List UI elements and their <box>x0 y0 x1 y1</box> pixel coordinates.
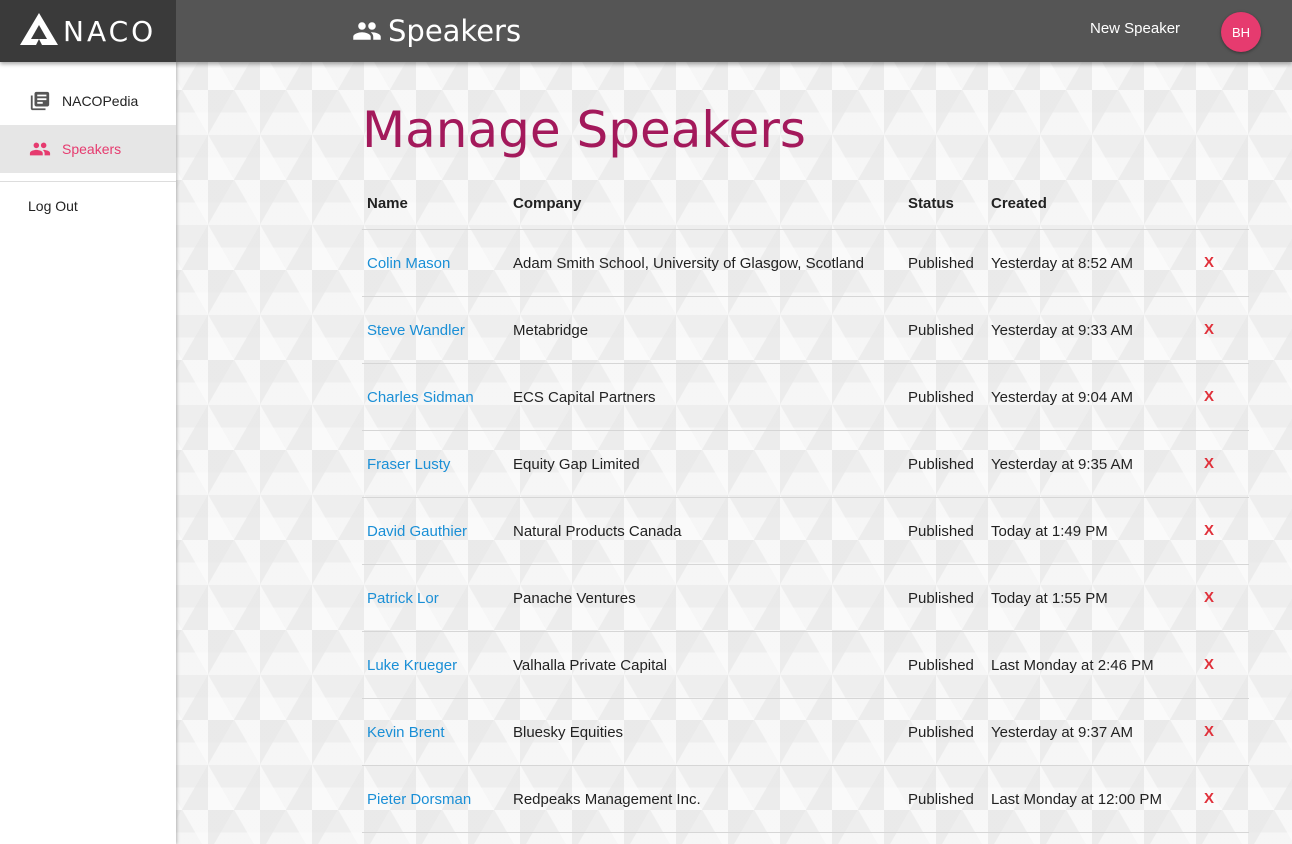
speaker-status: Published <box>908 322 974 339</box>
logo-text: NACO <box>63 15 157 48</box>
speaker-name-link[interactable]: Kevin Brent <box>367 724 445 741</box>
speaker-created: Today at 1:49 PM <box>991 523 1108 540</box>
speaker-company: Panache Ventures <box>513 590 636 607</box>
page-title: Manage Speakers <box>362 101 806 159</box>
speaker-company: ECS Capital Partners <box>513 389 656 406</box>
sidebar-item-label: Speakers <box>62 141 122 157</box>
table-row: Pieter Dorsman Redpeaks Management Inc. Pu… <box>362 766 1249 833</box>
new-speaker-button[interactable]: New Speaker <box>1090 20 1180 37</box>
header-title: Speakers <box>388 14 522 48</box>
delete-button[interactable]: X <box>1204 723 1214 740</box>
delete-button[interactable]: X <box>1204 388 1214 405</box>
table-row: Patrick Lor Panache Ventures Published Toda… <box>362 565 1249 632</box>
speaker-created: Yesterday at 8:52 AM <box>991 255 1134 272</box>
logo[interactable]: NACO <box>0 0 176 62</box>
people-icon <box>29 142 51 156</box>
speaker-created: Today at 1:55 PM <box>991 590 1108 607</box>
speaker-created: Yesterday at 9:04 AM <box>991 389 1134 406</box>
table-header: Name Company Status Created <box>362 180 1249 230</box>
delete-button[interactable]: X <box>1204 656 1214 673</box>
delete-button[interactable]: X <box>1204 522 1214 539</box>
speaker-company: Metabridge <box>513 322 589 339</box>
speaker-name-link[interactable]: David Gauthier <box>367 523 467 540</box>
speaker-name-link[interactable]: Patrick Lor <box>367 590 439 607</box>
speaker-company: Bluesky Equities <box>513 724 624 741</box>
speaker-status: Published <box>908 255 974 272</box>
sidebar-divider <box>0 181 176 182</box>
speaker-company: Adam Smith School, University of Glasgow… <box>513 255 864 272</box>
table-body: Colin Mason Adam Smith School, University… <box>362 230 1249 833</box>
table-row: Charles Sidman ECS Capital Partners Publis… <box>362 364 1249 431</box>
sidebar: NACOPedia Speakers Log Out <box>0 62 176 844</box>
delete-button[interactable]: X <box>1204 790 1214 807</box>
table-row: David Gauthier Natural Products Canada Pub… <box>362 498 1249 565</box>
speaker-company: Redpeaks Management Inc. <box>513 791 701 808</box>
speaker-name-link[interactable]: Colin Mason <box>367 255 450 272</box>
avatar[interactable]: BH <box>1221 12 1261 52</box>
speakers-table: Name Company Status Created Colin Mason A… <box>362 180 1249 833</box>
speaker-created: Yesterday at 9:37 AM <box>991 724 1134 741</box>
speaker-name-link[interactable]: Charles Sidman <box>367 389 474 406</box>
delete-button[interactable]: X <box>1204 321 1214 338</box>
naco-logo-icon <box>20 13 58 45</box>
table-row: Steve Wandler Metabridge Published Yesterda… <box>362 297 1249 364</box>
table-row: Luke Krueger Valhalla Private Capital Publ… <box>362 632 1249 699</box>
delete-button[interactable]: X <box>1204 589 1214 606</box>
speaker-name-link[interactable]: Luke Krueger <box>367 657 457 674</box>
speaker-name-link[interactable]: Fraser Lusty <box>367 456 450 473</box>
page-heading: Speakers <box>352 12 521 50</box>
library-books-icon <box>30 91 50 111</box>
speaker-created: Yesterday at 9:35 AM <box>991 456 1134 473</box>
column-header-created[interactable]: Created <box>991 195 1047 212</box>
speaker-company: Natural Products Canada <box>513 523 682 540</box>
speaker-name-link[interactable]: Pieter Dorsman <box>367 791 471 808</box>
sidebar-item-nacopedia[interactable]: NACOPedia <box>0 77 176 125</box>
speaker-created: Last Monday at 2:46 PM <box>991 657 1154 674</box>
column-header-status[interactable]: Status <box>908 195 954 212</box>
speaker-status: Published <box>908 523 974 540</box>
logout-link[interactable]: Log Out <box>28 198 78 214</box>
table-row: Colin Mason Adam Smith School, University… <box>362 230 1249 297</box>
speaker-company: Valhalla Private Capital <box>513 657 667 674</box>
speaker-company: Equity Gap Limited <box>513 456 640 473</box>
sidebar-item-label: NACOPedia <box>62 93 139 109</box>
table-row: Kevin Brent Bluesky Equities Published Yest… <box>362 699 1249 766</box>
table-row: Fraser Lusty Equity Gap Limited Published Y… <box>362 431 1249 498</box>
delete-button[interactable]: X <box>1204 254 1214 271</box>
speaker-created: Last Monday at 12:00 PM <box>991 791 1162 808</box>
delete-button[interactable]: X <box>1204 455 1214 472</box>
speaker-status: Published <box>908 724 974 741</box>
speaker-name-link[interactable]: Steve Wandler <box>367 322 465 339</box>
speaker-status: Published <box>908 389 974 406</box>
people-icon <box>353 22 381 40</box>
top-bar: NACO Speakers New Speaker BH <box>0 0 1292 62</box>
speaker-status: Published <box>908 657 974 674</box>
column-header-company[interactable]: Company <box>513 195 581 212</box>
sidebar-item-speakers[interactable]: Speakers <box>0 125 176 173</box>
speaker-status: Published <box>908 590 974 607</box>
speaker-status: Published <box>908 456 974 473</box>
speaker-created: Yesterday at 9:33 AM <box>991 322 1134 339</box>
column-header-name[interactable]: Name <box>367 195 408 212</box>
speaker-status: Published <box>908 791 974 808</box>
